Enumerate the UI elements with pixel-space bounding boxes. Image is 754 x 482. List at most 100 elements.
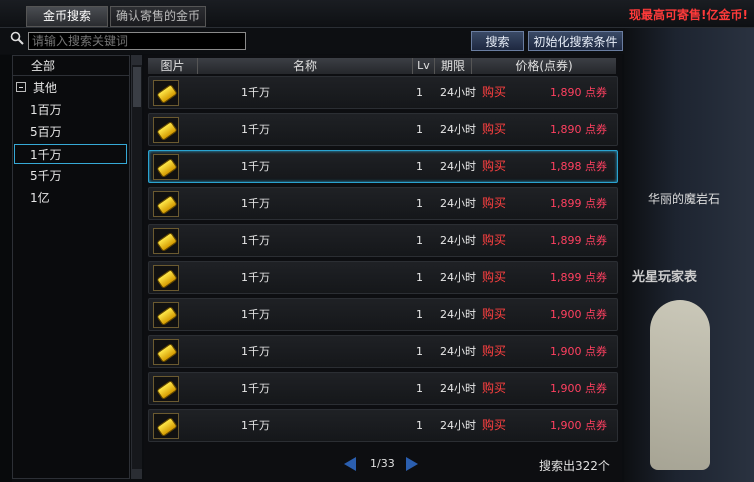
item-period: 24小时: [440, 419, 476, 432]
item-lv: 1: [416, 123, 423, 136]
gold-coin-icon: [153, 339, 179, 365]
item-name: 1千万: [241, 197, 270, 210]
scroll-thumb[interactable]: [133, 67, 141, 107]
scroll-up-button[interactable]: [132, 55, 142, 65]
buy-link[interactable]: 购买: [482, 225, 506, 256]
background-label: 华丽的魔岩石: [648, 192, 721, 206]
item-period: 24小时: [440, 197, 476, 210]
tab-confirm-consigned-gold[interactable]: 确认寄售的金币: [110, 6, 206, 27]
item-lv: 1: [416, 86, 423, 99]
gold-coin-icon: [153, 228, 179, 254]
search-button[interactable]: 搜索: [471, 31, 524, 51]
item-lv: 1: [416, 382, 423, 395]
item-period: 24小时: [440, 234, 476, 247]
buy-link[interactable]: 购买: [482, 336, 506, 367]
gold-coin-icon: [153, 154, 179, 180]
table-row[interactable]: 1千万 1 24小时 购买 1,899 点券: [148, 261, 618, 294]
table-row[interactable]: 1千万 1 24小时 购买 1,900 点券: [148, 298, 618, 331]
buy-link[interactable]: 购买: [482, 262, 506, 293]
table-row[interactable]: 1千万 1 24小时 购买 1,900 点券: [148, 335, 618, 368]
gold-coin-icon: [153, 413, 179, 439]
sidebar-item-all[interactable]: 全部: [13, 56, 129, 76]
tab-gold-search[interactable]: 金币搜索: [26, 6, 108, 27]
gold-coin-icon: [153, 376, 179, 402]
background-character: [650, 300, 710, 470]
item-price: 1,899 点券: [550, 234, 607, 247]
top-bar: 金币搜索 确认寄售的金币 现最高可寄售!亿金币!: [0, 0, 754, 28]
item-price: 1,899 点券: [550, 197, 607, 210]
background-edge: [0, 55, 12, 482]
gold-coin-icon: [153, 80, 179, 106]
item-name: 1千万: [241, 160, 270, 173]
search-input[interactable]: [28, 32, 246, 50]
header-period: 期限: [435, 58, 472, 74]
pagination: 1/33: [344, 455, 424, 473]
buy-link[interactable]: 购买: [482, 299, 506, 330]
item-lv: 1: [416, 271, 423, 284]
item-period: 24小时: [440, 308, 476, 321]
gold-coin-icon: [153, 265, 179, 291]
item-lv: 1: [416, 345, 423, 358]
item-price: 1,890 点券: [550, 86, 607, 99]
item-name: 1千万: [241, 234, 270, 247]
item-price: 1,899 点券: [550, 271, 607, 284]
background-label: 光星玩家表: [632, 270, 698, 285]
item-name: 1千万: [241, 123, 270, 136]
item-name: 1千万: [241, 271, 270, 284]
sidebar-group-other[interactable]: 其他: [13, 78, 129, 98]
item-period: 24小时: [440, 382, 476, 395]
sidebar-item-100-million[interactable]: 1亿: [13, 188, 129, 208]
category-sidebar: 全部 其他 1百万 5百万 1千万 5千万 1亿: [12, 55, 130, 479]
sidebar-item-50-million[interactable]: 5千万: [13, 166, 129, 186]
item-name: 1千万: [241, 382, 270, 395]
item-price: 1,900 点券: [550, 308, 607, 321]
item-name: 1千万: [241, 419, 270, 432]
item-price: 1,900 点券: [550, 345, 607, 358]
item-period: 24小时: [440, 271, 476, 284]
result-count: 搜索出322个: [539, 459, 610, 473]
reset-search-conditions-button[interactable]: 初始化搜索条件: [528, 31, 623, 51]
buy-link[interactable]: 购买: [482, 151, 506, 182]
page-indicator: 1/33: [370, 457, 395, 470]
header-price: 价格(点券): [515, 59, 573, 73]
item-price: 1,900 点券: [550, 382, 607, 395]
item-period: 24小时: [440, 345, 476, 358]
item-name: 1千万: [241, 86, 270, 99]
table-row[interactable]: 1千万 1 24小时 购买 1,900 点券: [148, 409, 618, 442]
item-lv: 1: [416, 234, 423, 247]
item-price: 1,898 点券: [550, 160, 607, 173]
prev-page-arrow-icon[interactable]: [344, 457, 356, 471]
header-name: 名称: [198, 58, 413, 74]
buy-link[interactable]: 购买: [482, 410, 506, 441]
table-row[interactable]: 1千万 1 24小时 购买 1,899 点券: [148, 224, 618, 257]
header-lv: Lv: [413, 58, 435, 74]
sidebar-item-5-million[interactable]: 5百万: [13, 122, 129, 142]
item-lv: 1: [416, 160, 423, 173]
table-row[interactable]: 1千万 1 24小时 购买 1,899 点券: [148, 187, 618, 220]
buy-link[interactable]: 购买: [482, 188, 506, 219]
sidebar-scrollbar[interactable]: [131, 55, 142, 479]
item-period: 24小时: [440, 86, 476, 99]
table-row[interactable]: 1千万 1 24小时 购买 1,890 点券: [148, 76, 618, 109]
gold-coin-icon: [153, 302, 179, 328]
item-period: 24小时: [440, 160, 476, 173]
sidebar-group-label: 其他: [33, 81, 58, 95]
buy-link[interactable]: 购买: [482, 77, 506, 108]
table-row[interactable]: 1千万 1 24小时 购买 1,890 点券: [148, 113, 618, 146]
collapse-icon[interactable]: [16, 82, 26, 92]
item-period: 24小时: [440, 123, 476, 136]
next-page-arrow-icon[interactable]: [406, 457, 418, 471]
search-icon: [10, 31, 24, 45]
item-price: 1,890 点券: [550, 123, 607, 136]
header-image: 图片: [148, 58, 198, 74]
gold-coin-icon: [153, 117, 179, 143]
item-name: 1千万: [241, 345, 270, 358]
table-row[interactable]: 1千万 1 24小时 购买 1,898 点券: [148, 150, 618, 183]
buy-link[interactable]: 购买: [482, 373, 506, 404]
scroll-down-button[interactable]: [132, 469, 142, 479]
sidebar-item-10-million[interactable]: 1千万: [14, 144, 127, 164]
item-lv: 1: [416, 308, 423, 321]
sidebar-item-1-million[interactable]: 1百万: [13, 100, 129, 120]
table-row[interactable]: 1千万 1 24小时 购买 1,900 点券: [148, 372, 618, 405]
buy-link[interactable]: 购买: [482, 114, 506, 145]
